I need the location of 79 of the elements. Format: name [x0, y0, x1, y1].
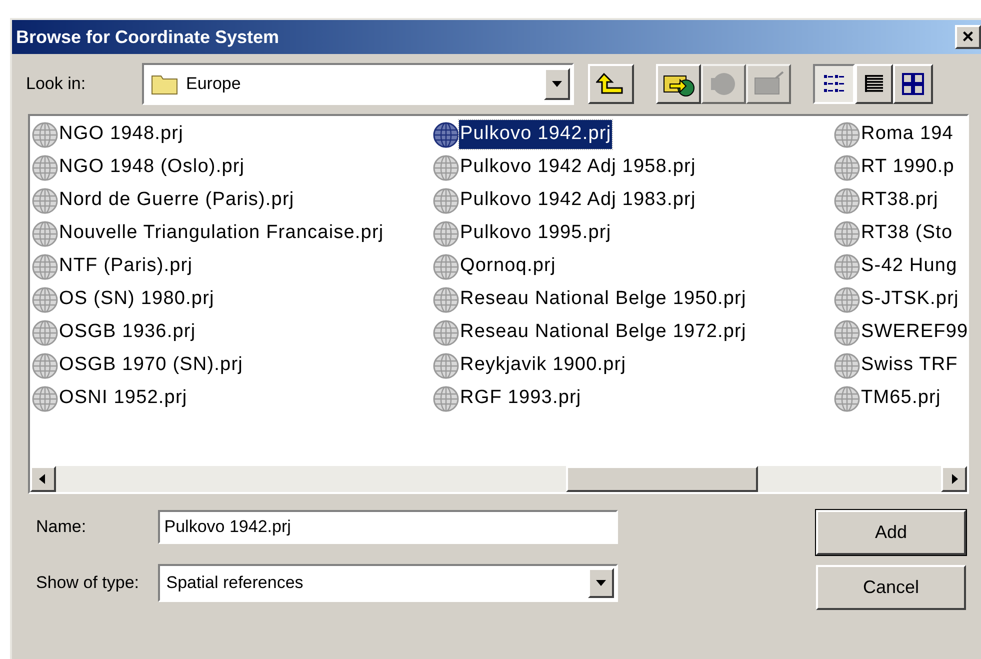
- file-name: NGO 1948 (Oslo).prj: [58, 155, 246, 180]
- file-item[interactable]: RT38.prj: [834, 184, 967, 217]
- file-item[interactable]: Reseau National Belge 1950.prj: [433, 283, 834, 316]
- file-name: RT38.prj: [860, 188, 940, 212]
- name-field[interactable]: Pulkovo 1942.prj: [158, 510, 618, 544]
- type-dropdown[interactable]: Spatial references: [158, 564, 618, 602]
- default-button[interactable]: Add: [816, 510, 966, 555]
- look-in-dropdown[interactable]: Europe: [142, 63, 574, 105]
- list-tool-button[interactable]: [813, 64, 855, 104]
- file-name: S-42 Hung: [860, 254, 958, 278]
- type-value: Spatial references: [166, 572, 304, 594]
- file-item[interactable]: Reykjavik 1900.prj: [433, 349, 834, 382]
- file-item[interactable]: Reseau National Belge 1972.prj: [433, 316, 834, 349]
- file-item[interactable]: RT38 (Sto: [834, 217, 967, 250]
- name-label: Name:: [36, 516, 88, 538]
- type-label: Show of type:: [36, 572, 140, 594]
- look-in-label: Look in:: [26, 73, 87, 96]
- file-item[interactable]: S-42 Hung: [834, 250, 967, 283]
- file-name: OSNI 1952.prj: [58, 386, 188, 410]
- horizontal-scrollbar[interactable]: [30, 466, 967, 492]
- dialog-button[interactable]: Cancel: [816, 565, 966, 610]
- file-name: Reseau National Belge 1972.prj: [459, 320, 748, 344]
- file-name: Pulkovo 1942 Adj 1983.prj: [459, 188, 697, 212]
- file-name: Reseau National Belge 1950.prj: [459, 287, 748, 312]
- file-item[interactable]: Pulkovo 1995.prj: [433, 217, 834, 250]
- file-item[interactable]: NGO 1948 (Oslo).prj: [32, 151, 433, 184]
- window-title: Browse for Coordinate System: [16, 26, 280, 49]
- file-name: Qornoq.prj: [459, 254, 557, 278]
- file-item[interactable]: Qornoq.prj: [433, 250, 834, 283]
- file-item[interactable]: Pulkovo 1942 Adj 1958.prj: [433, 151, 834, 184]
- file-item[interactable]: Roma 194: [834, 118, 967, 151]
- file-item[interactable]: RT 1990.p: [834, 151, 967, 184]
- dropdown-arrow-button[interactable]: [588, 568, 614, 598]
- file-item[interactable]: Swiss TRF: [834, 349, 967, 382]
- file-name: OSGB 1970 (SN).prj: [58, 353, 244, 378]
- file-name: RGF 1993.prj: [459, 386, 582, 410]
- file-item[interactable]: NGO 1948.prj: [32, 118, 433, 151]
- file-name: NGO 1948.prj: [58, 122, 184, 146]
- file-name: Swiss TRF: [860, 353, 959, 378]
- file-item[interactable]: S-JTSK.prj: [834, 283, 967, 316]
- file-name: NTF (Paris).prj: [58, 254, 194, 278]
- file-name: Reykjavik 1900.prj: [459, 353, 628, 378]
- connect-tool-button[interactable]: [656, 64, 701, 104]
- file-item[interactable]: OS (SN) 1980.prj: [32, 283, 433, 316]
- details-tool-button[interactable]: [855, 64, 893, 104]
- file-item[interactable]: Pulkovo 1942 Adj 1983.prj: [433, 184, 834, 217]
- file-item[interactable]: TM65.prj: [834, 382, 967, 415]
- file-item[interactable]: OSNI 1952.prj: [32, 382, 433, 415]
- file-name: RT 1990.p: [860, 155, 956, 180]
- file-name: Nouvelle Triangulation Francaise.prj: [58, 221, 385, 246]
- up-folder-icon: [596, 72, 626, 96]
- scroll-left-button[interactable]: [30, 466, 56, 492]
- file-item[interactable]: Nouvelle Triangulation Francaise.prj: [32, 217, 433, 250]
- file-item[interactable]: NTF (Paris).prj: [32, 250, 433, 283]
- thumbnails-view-icon: [901, 72, 925, 96]
- thumbnails-tool-button[interactable]: [893, 64, 933, 104]
- scroll-thumb[interactable]: [566, 466, 758, 492]
- file-name: Nord de Guerre (Paris).prj: [58, 188, 296, 212]
- look-in-value: Europe: [186, 73, 242, 96]
- file-item[interactable]: SWEREF99: [834, 316, 967, 349]
- file-name: OS (SN) 1980.prj: [58, 287, 216, 312]
- file-item[interactable]: RGF 1993.prj: [433, 382, 834, 415]
- up-tool-button[interactable]: [588, 64, 634, 104]
- file-item[interactable]: Nord de Guerre (Paris).prj: [32, 184, 433, 217]
- file-name: S-JTSK.prj: [860, 287, 960, 312]
- file-name: TM65.prj: [860, 386, 942, 410]
- file-name: Roma 194: [860, 122, 954, 146]
- close-button[interactable]: ×: [955, 25, 981, 49]
- file-name: RT38 (Sto: [860, 221, 954, 246]
- file-name: Pulkovo 1942.prj: [459, 120, 612, 149]
- file-name: OSGB 1936.prj: [58, 320, 197, 344]
- file-item[interactable]: OSGB 1936.prj: [32, 316, 433, 349]
- file-item[interactable]: Pulkovo 1942.prj: [433, 118, 834, 151]
- file-name: SWEREF99: [860, 320, 967, 344]
- dropdown-arrow-button[interactable]: [544, 68, 570, 100]
- scroll-right-button[interactable]: [941, 466, 967, 492]
- file-item[interactable]: OSGB 1970 (SN).prj: [32, 349, 433, 382]
- file-name: Pulkovo 1942 Adj 1958.prj: [459, 155, 697, 180]
- file-name: Pulkovo 1995.prj: [459, 221, 612, 246]
